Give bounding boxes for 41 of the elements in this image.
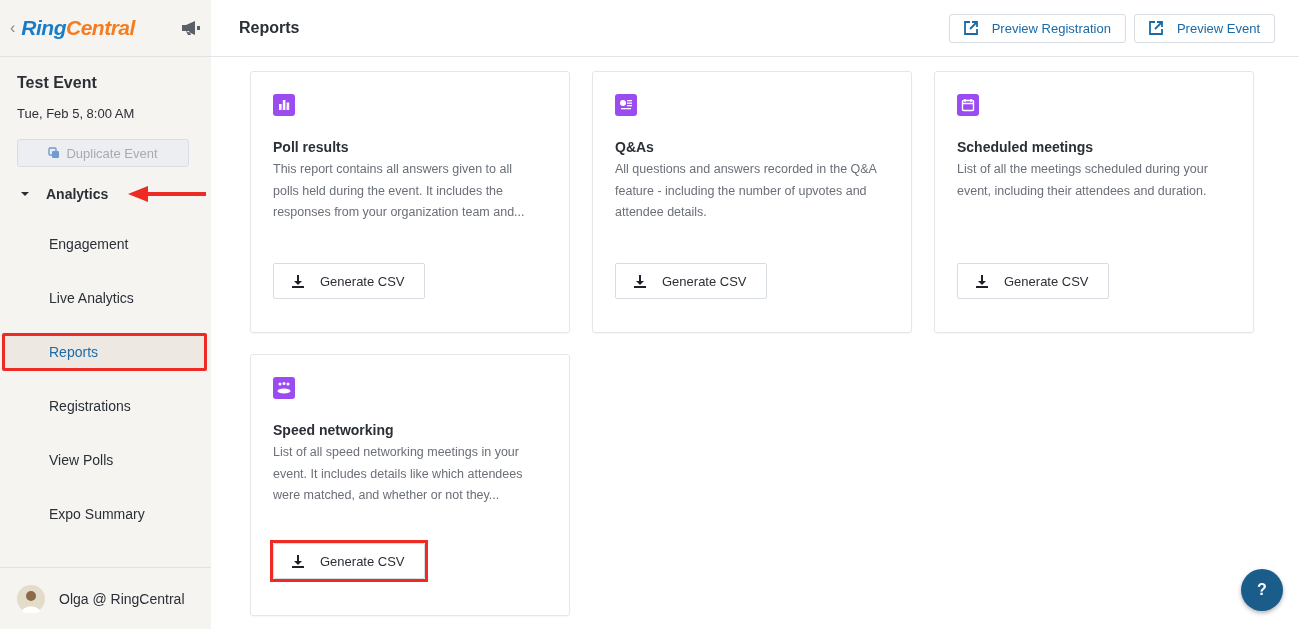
bar-chart-icon xyxy=(273,94,295,116)
nav-item[interactable]: Registrations xyxy=(2,387,207,425)
caret-icon[interactable] xyxy=(20,191,30,197)
avatar[interactable] xyxy=(17,584,45,613)
generate-csv-button[interactable]: Generate CSV xyxy=(957,263,1109,299)
card-title: Scheduled meetings xyxy=(957,139,1095,155)
copy-icon xyxy=(48,147,61,159)
download-icon xyxy=(292,554,304,568)
generate-csv-button[interactable]: Generate CSV xyxy=(615,263,767,299)
logo: RingCentral xyxy=(21,16,135,40)
card-title: Speed networking xyxy=(273,422,395,438)
event-title: Test Event xyxy=(17,74,98,92)
user-name[interactable]: Olga @ RingCentral xyxy=(59,590,185,607)
nav-item[interactable]: View Polls xyxy=(2,441,207,479)
card-title: Poll results xyxy=(273,139,350,155)
download-icon xyxy=(976,274,988,288)
card-description: List of all speed networking meetings in your event. It includes details like which attendees were matched, and whether or not they... xyxy=(273,444,524,504)
card-description: All questions and answers recorded in the Q&A feature - including the number of upvotes and attendee details. xyxy=(615,161,878,221)
nav-section[interactable]: Analytics xyxy=(46,186,109,202)
card-title: Q&As xyxy=(615,139,655,155)
external-link-icon xyxy=(963,21,978,35)
external-link-icon xyxy=(1148,21,1163,35)
nav-item[interactable]: Engagement xyxy=(2,225,207,263)
generate-csv-button[interactable]: Generate CSV xyxy=(273,263,425,299)
preview-button[interactable]: Preview Registration xyxy=(948,13,1126,43)
card-description: This report contains all answers given to all polls held during the event. It includes the responses from your organization team and... xyxy=(273,161,526,221)
calendar-icon xyxy=(957,94,979,116)
card-description: List of all the meetings scheduled during your event, including their attendees and duration. xyxy=(957,161,1209,200)
megaphone-icon[interactable] xyxy=(181,20,201,36)
event-date: Tue, Feb 5, 8:00 AM xyxy=(17,106,136,121)
download-icon xyxy=(292,274,304,288)
nav-item[interactable]: Live Analytics xyxy=(2,279,207,317)
help-button[interactable]: ? xyxy=(1241,569,1283,611)
preview-button[interactable]: Preview Event xyxy=(1133,13,1275,43)
nav-item[interactable]: Reports xyxy=(2,333,207,371)
page-title: Reports xyxy=(239,19,300,37)
nav-item[interactable]: Expo Summary xyxy=(2,495,207,533)
generate-csv-button[interactable]: Generate CSV xyxy=(273,543,425,579)
group-icon xyxy=(273,377,295,399)
qa-list-icon xyxy=(615,94,637,116)
download-icon xyxy=(634,274,646,288)
